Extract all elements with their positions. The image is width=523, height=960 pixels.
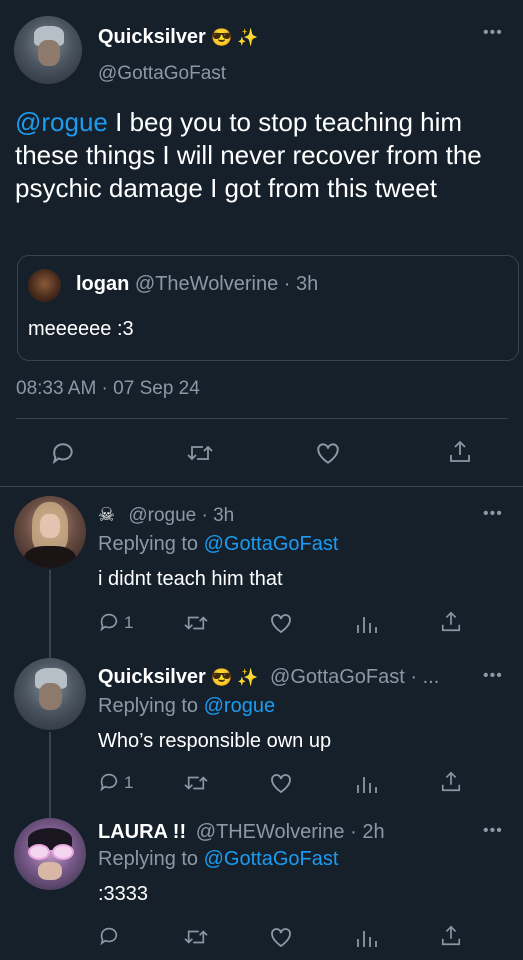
reply-count: 1 — [124, 773, 134, 792]
reply-icon[interactable] — [98, 771, 120, 793]
more-options-icon[interactable]: ••• — [483, 24, 503, 42]
tweet-text: @rogue I beg you to stop teaching him th… — [15, 106, 505, 205]
analytics-icon[interactable] — [355, 926, 377, 948]
skull-icon: ☠ — [98, 505, 116, 526]
share-icon[interactable] — [440, 924, 462, 948]
retweet-icon[interactable] — [183, 612, 209, 634]
retweet-icon[interactable] — [183, 772, 209, 794]
reply-meta[interactable]: @GottaGoFast · ... — [270, 666, 439, 688]
replying-label: Replying to — [98, 533, 199, 555]
share-icon[interactable] — [440, 770, 462, 794]
tweet-timestamp[interactable]: 08:33 AM · 07 Sep 24 — [16, 378, 200, 400]
reply-count: 1 — [124, 613, 134, 632]
mention-link[interactable]: @rogue — [15, 107, 108, 137]
reply-text: i didnt teach him that — [98, 568, 283, 590]
quoted-display-name: logan — [76, 273, 130, 295]
display-name[interactable]: Quicksilver — [98, 666, 206, 688]
quoted-text: meeeeee :3 — [28, 318, 134, 340]
retweet-icon[interactable] — [183, 926, 209, 948]
reply-meta[interactable]: @THEWolverine · 2h — [196, 821, 385, 843]
more-options-icon[interactable]: ••• — [483, 822, 503, 840]
reply-text: :3333 — [98, 883, 149, 905]
replying-to-link[interactable]: @GottaGoFast — [204, 533, 339, 555]
display-name[interactable]: Quicksilver — [98, 26, 206, 48]
reply-icon[interactable] — [98, 611, 120, 633]
thread-line — [49, 732, 51, 820]
user-handle[interactable]: @GottaGoFast — [98, 63, 226, 85]
reply-text: Who’s responsible own up — [98, 730, 332, 752]
like-icon[interactable] — [269, 772, 293, 794]
analytics-icon[interactable] — [355, 772, 377, 794]
quoted-tweet[interactable]: logan @TheWolverine · 3h meeeeee :3 — [17, 255, 519, 361]
like-icon[interactable] — [269, 926, 293, 948]
quoted-avatar — [28, 269, 61, 302]
like-icon[interactable] — [315, 441, 341, 465]
divider — [16, 418, 508, 419]
analytics-icon[interactable] — [355, 612, 377, 634]
avatar[interactable] — [14, 818, 86, 890]
display-name[interactable]: LAURA !! — [98, 821, 186, 843]
share-icon[interactable] — [440, 610, 462, 634]
avatar[interactable] — [14, 16, 82, 84]
retweet-icon[interactable] — [186, 441, 214, 465]
divider — [0, 486, 523, 487]
reply-icon[interactable] — [98, 925, 120, 947]
emoji-badges: 😎 ✨ — [211, 668, 259, 687]
emoji-badges: 😎 ✨ — [211, 28, 259, 47]
thread-line — [49, 570, 51, 660]
reply-icon[interactable] — [50, 440, 76, 466]
replying-to-link[interactable]: @GottaGoFast — [204, 848, 339, 870]
more-options-icon[interactable]: ••• — [483, 667, 503, 685]
replying-label: Replying to — [98, 695, 199, 717]
like-icon[interactable] — [269, 612, 293, 634]
replying-label: Replying to — [98, 848, 199, 870]
avatar[interactable] — [14, 658, 86, 730]
quoted-meta: @TheWolverine · 3h — [134, 273, 319, 295]
reply-meta[interactable]: @rogue · 3h — [128, 505, 234, 526]
avatar[interactable] — [14, 496, 86, 568]
more-options-icon[interactable]: ••• — [483, 505, 503, 523]
share-icon[interactable] — [448, 439, 472, 465]
replying-to-link[interactable]: @rogue — [204, 695, 275, 717]
